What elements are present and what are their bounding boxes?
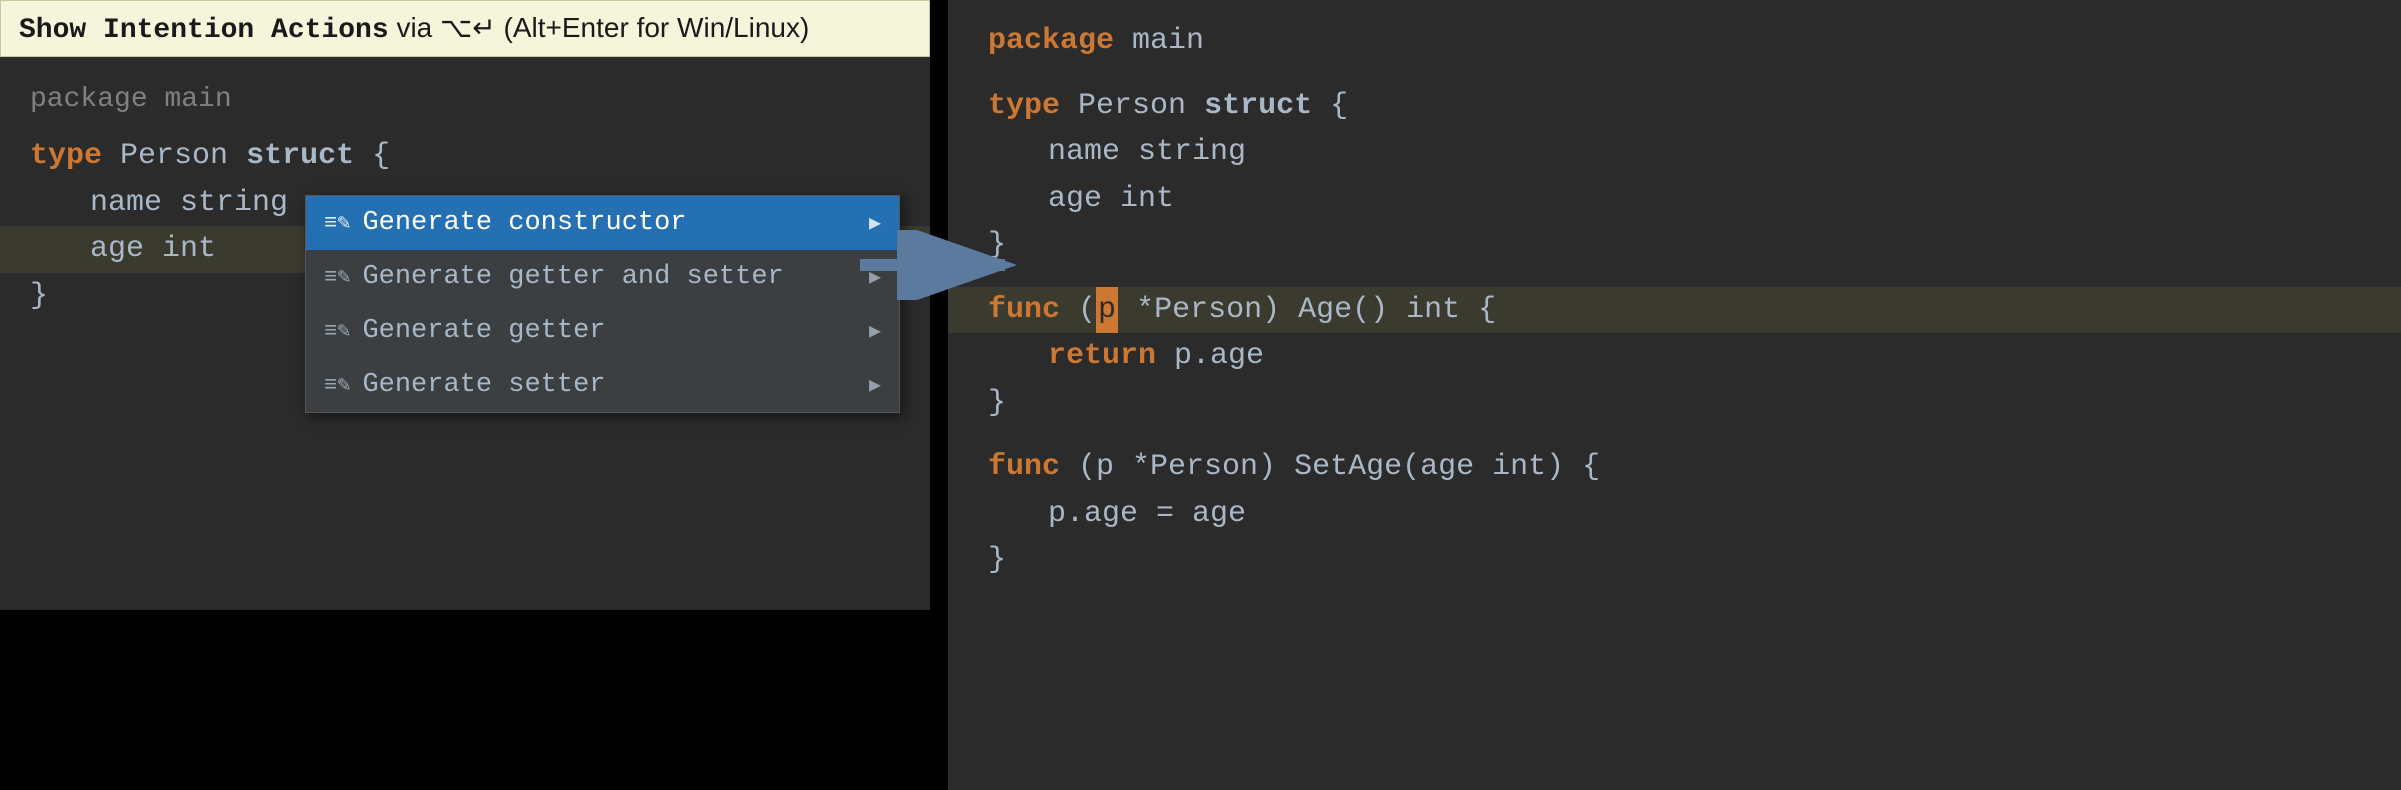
tooltip-shortcut: via ⌥↵ (Alt+Enter for Win/Linux) bbox=[389, 12, 810, 43]
field-age-right: age int bbox=[988, 176, 2361, 223]
tooltip-bold-text: Show Intention Actions bbox=[19, 15, 389, 46]
return-value: p.age bbox=[1174, 339, 1264, 373]
package-line-right: package main bbox=[988, 18, 2361, 65]
context-menu: ≡✎ Generate constructor ▶ ≡✎ Generate ge… bbox=[305, 195, 900, 413]
menu-item-generate-getter[interactable]: ≡✎ Generate getter ▶ bbox=[306, 304, 899, 358]
person-struct-left: Person struct { bbox=[120, 139, 390, 173]
func-setage-line: func (p *Person) SetAge(age int) { bbox=[988, 444, 2361, 491]
generate-getter-setter-label: Generate getter and setter bbox=[362, 262, 869, 292]
generate-constructor-label: Generate constructor bbox=[362, 208, 869, 238]
generate-setter-label: Generate setter bbox=[362, 370, 869, 400]
generate-setter-arrow: ▶ bbox=[869, 372, 881, 398]
generate-getter-icon: ≡✎ bbox=[324, 318, 350, 344]
generate-setter-icon: ≡✎ bbox=[324, 372, 350, 398]
close-brace2-right: } bbox=[988, 380, 2361, 427]
menu-item-generate-getter-setter[interactable]: ≡✎ Generate getter and setter ▶ bbox=[306, 250, 899, 304]
close-brace1-right: } bbox=[988, 222, 2361, 269]
keyword-func-setage: func bbox=[988, 450, 1060, 484]
keyword-return: return bbox=[1048, 339, 1156, 373]
return-line-right: return p.age bbox=[988, 333, 2361, 380]
menu-item-generate-setter[interactable]: ≡✎ Generate setter ▶ bbox=[306, 358, 899, 412]
keyword-package-right: package bbox=[988, 24, 1114, 58]
tooltip-bar: Show Intention Actions via ⌥↵ (Alt+Enter… bbox=[0, 0, 930, 57]
func-age-receiver: (p *Person) Age() int { bbox=[1078, 293, 1496, 327]
package-comment-left: package main bbox=[30, 78, 900, 121]
menu-item-generate-constructor[interactable]: ≡✎ Generate constructor ▶ bbox=[306, 196, 899, 250]
person-struct-right: Person struct { bbox=[1078, 89, 1348, 123]
arrow-pointer-container bbox=[860, 230, 1020, 305]
generate-getter-setter-icon: ≡✎ bbox=[324, 264, 350, 290]
func-setage-sig: (p *Person) SetAge(age int) { bbox=[1078, 450, 1600, 484]
left-bottom-black bbox=[0, 610, 930, 790]
close-brace3-right: } bbox=[988, 537, 2361, 584]
func-age-line: func (p *Person) Age() int { bbox=[948, 287, 2401, 334]
generate-getter-label: Generate getter bbox=[362, 316, 869, 346]
generate-getter-arrow: ▶ bbox=[869, 318, 881, 344]
generate-constructor-icon: ≡✎ bbox=[324, 210, 350, 236]
direction-arrow-icon bbox=[860, 230, 1020, 300]
type-line-right: type Person struct { bbox=[988, 83, 2361, 130]
setage-body-right: p.age = age bbox=[988, 491, 2361, 538]
type-line-left: type Person struct { bbox=[30, 133, 900, 180]
panel-separator bbox=[930, 0, 948, 790]
cursor-p: p bbox=[1096, 287, 1118, 334]
keyword-type-left: type bbox=[30, 139, 102, 173]
keyword-type-right: type bbox=[988, 89, 1060, 123]
package-name-right: main bbox=[1132, 24, 1204, 58]
right-panel: package main type Person struct { name s… bbox=[948, 0, 2401, 790]
field-name-right: name string bbox=[988, 129, 2361, 176]
left-panel: Show Intention Actions via ⌥↵ (Alt+Enter… bbox=[0, 0, 930, 790]
